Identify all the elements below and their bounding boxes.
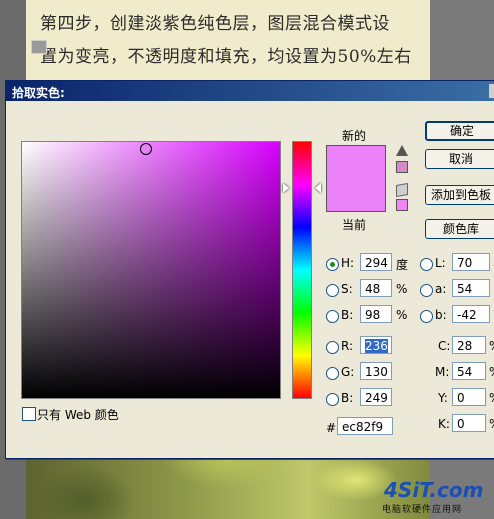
saturation-brightness-field[interactable]: [21, 141, 281, 399]
r-radio[interactable]: [326, 341, 339, 354]
web-only-checkbox[interactable]: [22, 407, 36, 421]
dialog-titlebar[interactable]: 拾取实色:: [6, 81, 494, 101]
c-label: C:: [438, 339, 451, 353]
new-color-label: 新的: [342, 129, 367, 143]
l-radio[interactable]: [420, 258, 433, 271]
a-radio[interactable]: [420, 284, 433, 297]
blue-field[interactable]: 249: [360, 388, 392, 406]
web-only-label: 只有 Web 颜色: [37, 408, 119, 422]
c-field[interactable]: 28: [452, 336, 486, 354]
tutorial-text: 第四步，创建淡紫色纯色层，图层混合模式设 置为变亮，不透明度和填充，均设置为50…: [40, 8, 430, 74]
dialog-title: 拾取实色:: [12, 86, 65, 100]
hue-slider-right-arrow-icon[interactable]: [315, 183, 321, 193]
color-picker-dialog: 拾取实色: 新的 当前 确定 取消 添加到色板 颜色库 H: 294 度 S: …: [5, 80, 494, 459]
gamut-correction-swatch[interactable]: [396, 161, 408, 173]
lab-b-radio[interactable]: [420, 310, 433, 323]
y-unit: %: [489, 391, 494, 405]
r-field[interactable]: 236: [360, 336, 392, 354]
brightness-field[interactable]: 98: [360, 305, 392, 323]
s-unit: %: [396, 282, 408, 296]
watermark-subtitle: 电脑软硬件应用网: [382, 505, 463, 515]
tutorial-line-2: 置为变亮，不透明度和填充，均设置为50%左右: [40, 47, 412, 67]
close-button[interactable]: [489, 84, 494, 98]
tutorial-line-1: 第四步，创建淡紫色纯色层，图层混合模式设: [40, 14, 390, 34]
blue-radio[interactable]: [326, 393, 339, 406]
hex-field[interactable]: ec82f9: [337, 417, 393, 435]
r-value-selection: 236: [365, 339, 388, 353]
y-field[interactable]: 0: [452, 388, 486, 406]
color-libraries-button[interactable]: 颜色库: [425, 219, 494, 239]
color-picker-cursor[interactable]: [140, 143, 152, 155]
brightness-label: B:: [341, 308, 354, 322]
c-unit: %: [489, 339, 494, 353]
blue-label: B:: [341, 391, 354, 405]
k-unit: %: [489, 417, 494, 431]
a-field[interactable]: 54: [452, 279, 490, 297]
s-field[interactable]: 48: [360, 279, 392, 297]
lab-b-field[interactable]: -42: [452, 305, 490, 323]
g-radio[interactable]: [326, 367, 339, 380]
brightness-radio[interactable]: [326, 310, 339, 323]
r-label: R:: [341, 339, 354, 353]
a-label: a:: [435, 282, 447, 296]
site-watermark-logo: 4SiT.com 电脑软硬件应用网: [378, 478, 490, 516]
hue-slider[interactable]: [292, 141, 312, 399]
web-safe-swatch[interactable]: [396, 199, 408, 211]
current-color-label: 当前: [342, 218, 367, 232]
h-radio[interactable]: [326, 258, 339, 271]
l-field[interactable]: 70: [452, 253, 490, 271]
g-field[interactable]: 130: [360, 362, 392, 380]
l-label: L:: [435, 256, 446, 270]
hue-slider-left-arrow-icon[interactable]: [283, 183, 289, 193]
k-field[interactable]: 0: [452, 414, 486, 432]
new-color-swatch: [326, 145, 386, 190]
hex-label: #: [326, 421, 337, 435]
add-to-swatches-button[interactable]: 添加到色板: [425, 185, 494, 205]
m-field[interactable]: 54: [452, 362, 486, 380]
m-unit: %: [489, 365, 494, 379]
brightness-unit: %: [396, 308, 408, 322]
web-safe-cube-icon[interactable]: [396, 182, 408, 198]
document-icon: [31, 40, 47, 54]
s-radio[interactable]: [326, 284, 339, 297]
g-label: G:: [341, 365, 355, 379]
watermark-brand: 4SiT.com: [384, 478, 484, 502]
current-color-swatch[interactable]: [326, 189, 386, 212]
h-unit: 度: [396, 258, 409, 272]
s-label: S:: [341, 282, 353, 296]
y-label: Y:: [438, 391, 448, 405]
k-label: K:: [438, 417, 450, 431]
cancel-button[interactable]: 取消: [425, 149, 494, 169]
ok-button[interactable]: 确定: [425, 121, 494, 141]
h-field[interactable]: 294: [360, 253, 392, 271]
lab-b-label: b:: [435, 308, 447, 322]
out-of-gamut-warning-icon[interactable]: [396, 145, 408, 156]
h-label: H:: [341, 256, 355, 270]
m-label: M:: [435, 365, 450, 379]
